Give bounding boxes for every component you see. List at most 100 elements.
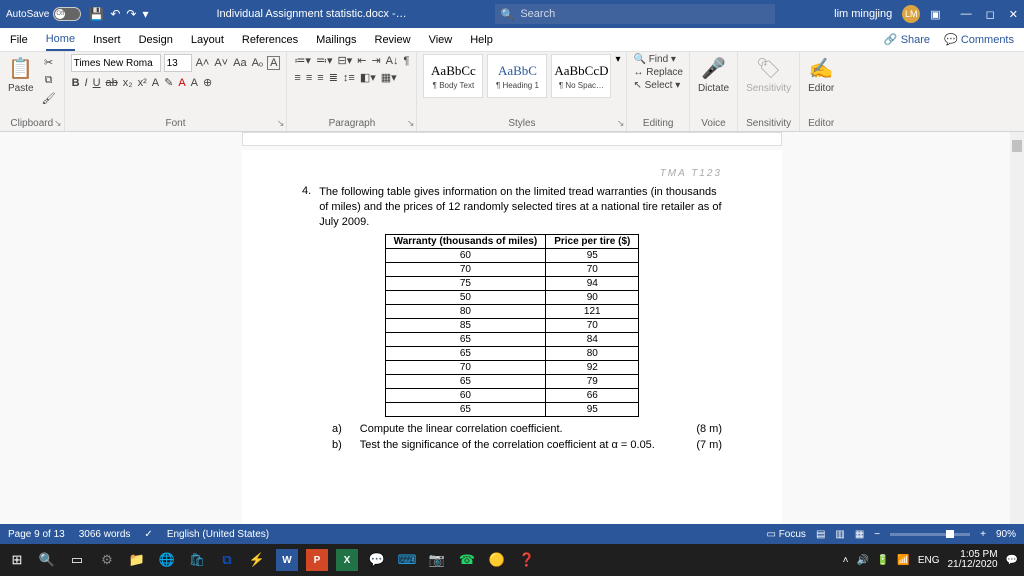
app-thunder-icon[interactable]: ⚡ [246,549,268,571]
app-excel-icon[interactable]: X [336,549,358,571]
font-launcher-icon[interactable]: ↘ [277,118,285,129]
grow-font-icon[interactable]: A˄ [195,57,211,69]
language-indicator[interactable]: English (United States) [167,529,269,540]
comments-button[interactable]: 💬 Comments [944,33,1014,46]
text-effects-icon[interactable]: A [151,77,160,89]
align-left-icon[interactable]: ≡ [293,72,301,84]
style-no-spacing[interactable]: AaBbCcD¶ No Spac… [551,54,611,98]
tray-notification-icon[interactable]: 💬 [1006,555,1018,566]
view-read-icon[interactable]: ▥ [835,529,844,540]
styles-more-icon[interactable]: ▾ [615,54,620,65]
clear-format-icon[interactable]: Aₒ [251,57,265,69]
line-spacing-icon[interactable]: ↕≡ [342,72,356,84]
bullets-icon[interactable]: ≔▾ [293,54,312,67]
zoom-slider[interactable] [890,533,970,536]
borders-icon[interactable]: ▦▾ [380,71,398,84]
toggle-switch[interactable]: Off [53,7,81,21]
paste-button[interactable]: 📋Paste [6,54,36,96]
vertical-scrollbar[interactable] [1010,132,1024,524]
undo-icon[interactable]: ↶ [110,7,120,21]
view-print-icon[interactable]: ▤ [816,529,825,540]
justify-icon[interactable]: ≣ [328,71,339,84]
app-explorer-icon[interactable]: 📁 [126,549,148,571]
close-icon[interactable]: ✕ [1009,8,1018,21]
zoom-out-icon[interactable]: − [874,529,880,540]
tab-mailings[interactable]: Mailings [316,30,356,50]
tab-review[interactable]: Review [375,30,411,50]
redo-icon[interactable]: ↷ [126,7,136,21]
app-store-icon[interactable]: 🛍 [186,549,208,571]
dictate-button[interactable]: 🎤Dictate [696,54,731,96]
tray-battery-icon[interactable]: 🔋 [877,555,889,566]
subscript-icon[interactable]: x₂ [122,77,134,89]
inc-indent-icon[interactable]: ⇥ [370,54,381,67]
sensitivity-button[interactable]: 🏷Sensitivity [744,54,793,96]
copy-icon[interactable]: ⧉ [40,72,58,88]
share-button[interactable]: 🔗 Share [884,33,930,46]
tray-sound-icon[interactable]: 🔊 [856,555,868,566]
font-name-select[interactable]: Times New Roma [71,54,161,72]
ruler[interactable] [242,132,782,146]
sort-icon[interactable]: A↓ [385,55,400,67]
find-button[interactable]: 🔍 Find ▾ [633,54,682,65]
strike-icon[interactable]: ab [105,77,119,89]
paragraph-launcher-icon[interactable]: ↘ [407,118,415,129]
tab-layout[interactable]: Layout [191,30,224,50]
clipboard-launcher-icon[interactable]: ↘ [54,118,62,129]
font-size-select[interactable]: 13 [164,54,192,72]
align-center-icon[interactable]: ≡ [305,72,313,84]
font-color-icon[interactable]: A [177,77,186,89]
italic-icon[interactable]: I [84,77,89,89]
view-web-icon[interactable]: ▦ [855,529,864,540]
highlight-icon[interactable]: ✎ [163,76,174,89]
avatar[interactable]: LM [902,5,920,23]
app-ppt-icon[interactable]: P [306,549,328,571]
app-dropbox-icon[interactable]: ⧉ [216,549,238,571]
tray-chevron-icon[interactable]: ˄ [843,555,849,566]
tab-references[interactable]: References [242,30,298,50]
tray-lang[interactable]: ENG [918,555,940,566]
zoom-in-icon[interactable]: + [980,529,986,540]
zoom-level[interactable]: 90% [996,529,1016,540]
task-view-icon[interactable]: ▭ [66,549,88,571]
tray-wifi-icon[interactable]: 📶 [897,555,909,566]
shading-icon[interactable]: ◧▾ [359,71,377,84]
word-count[interactable]: 3066 words [79,529,131,540]
tab-help[interactable]: Help [470,30,493,50]
app-settings-icon[interactable]: ⚙ [96,549,118,571]
tab-home[interactable]: Home [46,29,75,51]
customize-icon[interactable]: ▾ [142,7,148,21]
spell-check-icon[interactable]: ✓ [144,529,152,540]
app-camera-icon[interactable]: 📷 [426,549,448,571]
tb-search-icon[interactable]: 🔍 [36,549,58,571]
show-marks-icon[interactable]: ¶ [403,55,411,67]
shrink-font-icon[interactable]: A˅ [213,57,229,69]
focus-mode[interactable]: ▭ Focus [766,529,805,540]
user-name[interactable]: lim mingjing [834,8,892,20]
align-right-icon[interactable]: ≡ [316,72,324,84]
app-edge-icon[interactable]: 🌐 [156,549,178,571]
numbering-icon[interactable]: ≕▾ [315,54,334,67]
app-vscode-icon[interactable]: ⌨ [396,549,418,571]
autosave-toggle[interactable]: AutoSave Off [6,7,81,21]
app-whatsapp-icon[interactable]: ☎ [456,549,478,571]
app-chrome-icon[interactable]: 🟡 [486,549,508,571]
document-page[interactable]: TMA T123 4. The following table gives in… [242,150,782,524]
tab-design[interactable]: Design [139,30,173,50]
tab-view[interactable]: View [429,30,453,50]
ribbon-display-icon[interactable]: ▣ [930,8,940,21]
change-case-icon[interactable]: Aa [232,57,247,69]
minimize-icon[interactable]: — [961,8,972,21]
app-help-icon[interactable]: ❓ [516,549,538,571]
dec-indent-icon[interactable]: ⇤ [356,54,367,67]
app-wechat-icon[interactable]: 💬 [366,549,388,571]
start-icon[interactable]: ⊞ [6,549,28,571]
char-shading-icon[interactable]: A [190,77,199,89]
app-word-icon[interactable]: W [276,549,298,571]
search-box[interactable]: 🔍 Search [495,4,775,24]
superscript-icon[interactable]: x² [137,77,148,89]
char-border-icon[interactable]: A [267,56,280,70]
tray-clock[interactable]: 1:05 PM21/12/2020 [947,550,997,570]
styles-launcher-icon[interactable]: ↘ [617,118,625,129]
replace-button[interactable]: ↔ Replace [633,67,682,78]
